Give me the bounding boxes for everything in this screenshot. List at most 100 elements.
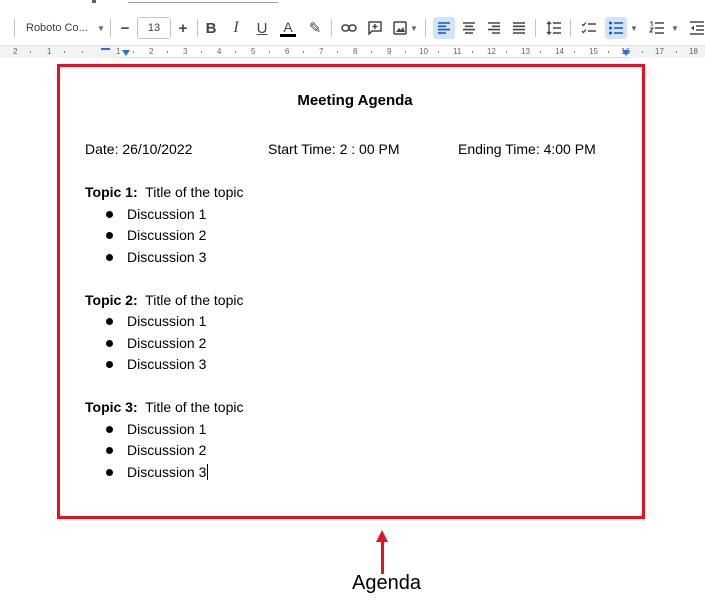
ruler-minor-tick [235, 51, 236, 53]
ruler-tick: 6 [285, 47, 290, 56]
ruler-minor-tick [303, 51, 304, 53]
numbered-list-button[interactable] [646, 17, 668, 39]
increase-font-size-button[interactable]: + [172, 17, 194, 39]
topic-title: Title of the topic [145, 292, 244, 308]
checklist-button[interactable] [578, 17, 600, 39]
toolbar-separator [110, 19, 111, 37]
bulleted-list-icon [609, 21, 623, 35]
toolbar-separator [331, 19, 332, 37]
font-family-select[interactable]: Roboto Co... [26, 17, 96, 39]
bold-button[interactable]: B [200, 17, 222, 39]
list-item[interactable]: Discussion 2 [106, 335, 206, 351]
underline-button[interactable]: U [251, 17, 273, 39]
insert-image-caret-icon[interactable]: ▼ [409, 17, 419, 39]
line-spacing-button[interactable] [543, 17, 565, 39]
ruler-tick: 7 [319, 47, 324, 56]
annotation-arrow-shaft [381, 536, 384, 574]
list-item[interactable]: Discussion 1 [106, 421, 206, 437]
highlight-color-button[interactable]: ✎ [304, 17, 326, 39]
list-item[interactable]: Discussion 3 [106, 464, 209, 480]
ruler-tick: 15 [589, 47, 598, 56]
add-comment-button[interactable] [364, 17, 386, 39]
menu-fragment [92, 0, 96, 3]
justify-icon [513, 22, 525, 34]
document-page[interactable]: Meeting Agenda Date: 26/10/2022 Start Ti… [0, 59, 705, 604]
right-indent-marker[interactable] [622, 50, 630, 56]
toolbar-separator [14, 19, 15, 37]
ruler-tick: 10 [419, 47, 428, 56]
meeting-start-time[interactable]: Start Time: 2 : 00 PM [268, 141, 400, 157]
ruler-tick: 2 [13, 47, 18, 56]
topic-label: Topic 1: [85, 184, 138, 200]
image-icon [393, 21, 407, 35]
font-size-input[interactable]: 13 [137, 17, 171, 39]
font-size-value: 13 [147, 22, 161, 34]
list-item-text: Discussion 1 [127, 206, 207, 222]
topic-heading[interactable]: Topic 3: Title of the topic [85, 399, 243, 415]
bullet-icon [106, 317, 113, 325]
text-color-button[interactable]: A [277, 17, 299, 39]
list-item[interactable]: Discussion 1 [106, 206, 206, 222]
list-item-text: Discussion 2 [127, 335, 207, 351]
ruler-tick: 1 [116, 47, 121, 56]
bulleted-list-button[interactable] [605, 17, 627, 39]
ruler-tick: 5 [251, 47, 256, 56]
left-indent-marker[interactable] [122, 50, 130, 56]
meeting-end-time[interactable]: Ending Time: 4:00 PM [458, 141, 596, 157]
list-item-text: Discussion 2 [127, 442, 207, 458]
insert-image-button[interactable] [389, 17, 411, 39]
bulleted-list-caret-icon[interactable]: ▼ [629, 17, 639, 39]
list-item[interactable]: Discussion 2 [106, 227, 206, 243]
checklist-icon [581, 22, 596, 34]
list-item-text: Discussion 3 [127, 249, 207, 265]
document-title[interactable]: Meeting Agenda [60, 92, 650, 109]
font-family-caret-icon[interactable]: ▼ [96, 17, 106, 39]
first-line-indent-marker[interactable] [101, 48, 110, 50]
list-item[interactable]: Discussion 2 [106, 442, 206, 458]
text-cursor [207, 464, 209, 480]
ruler-minor-tick [133, 51, 134, 53]
ruler-tick: 12 [487, 47, 496, 56]
toolbar-separator [570, 19, 571, 37]
justify-button[interactable] [508, 17, 530, 39]
align-center-button[interactable] [458, 17, 480, 39]
link-icon [341, 24, 357, 32]
toolbar-separator [197, 19, 198, 37]
decrease-indent-button[interactable] [686, 17, 705, 39]
topic-title: Title of the topic [145, 399, 244, 415]
align-left-button[interactable] [433, 17, 455, 39]
list-item[interactable]: Discussion 3 [106, 356, 206, 372]
ruler-tick: 1 [47, 47, 52, 56]
list-item-text: Discussion 1 [127, 421, 207, 437]
ruler-tick: 8 [353, 47, 358, 56]
meeting-date[interactable]: Date: 26/10/2022 [85, 141, 192, 157]
ruler-tick: 11 [453, 47, 462, 56]
ruler-minor-tick [642, 51, 643, 53]
topic-label: Topic 2: [85, 292, 138, 308]
topic-heading[interactable]: Topic 2: Title of the topic [85, 292, 243, 308]
ruler-tick: 18 [689, 47, 698, 56]
bullet-icon [106, 339, 113, 347]
decrease-indent-icon [690, 21, 704, 35]
bullet-icon [106, 468, 113, 476]
decrease-font-size-button[interactable]: − [114, 17, 136, 39]
ruler-minor-tick [405, 51, 406, 53]
highlighter-icon: ✎ [308, 20, 322, 37]
italic-button[interactable]: I [225, 17, 247, 39]
list-item[interactable]: Discussion 3 [106, 249, 206, 265]
ruler-tick: 14 [555, 47, 564, 56]
list-item-text: Discussion 3 [127, 356, 207, 372]
topic-heading[interactable]: Topic 1: Title of the topic [85, 184, 243, 200]
text-color-bar [280, 33, 296, 37]
font-family-label: Roboto Co... [26, 22, 88, 34]
topic-label: Topic 3: [85, 399, 138, 415]
topic-title: Title of the topic [145, 184, 244, 200]
align-right-button[interactable] [483, 17, 505, 39]
ruler-tick: 4 [217, 47, 222, 56]
ruler-minor-tick [506, 51, 507, 53]
insert-link-button[interactable] [338, 17, 360, 39]
list-item[interactable]: Discussion 1 [106, 313, 206, 329]
text-color-icon: A [283, 18, 293, 35]
numbered-list-caret-icon[interactable]: ▼ [670, 17, 680, 39]
ruler-minor-tick [676, 51, 677, 53]
